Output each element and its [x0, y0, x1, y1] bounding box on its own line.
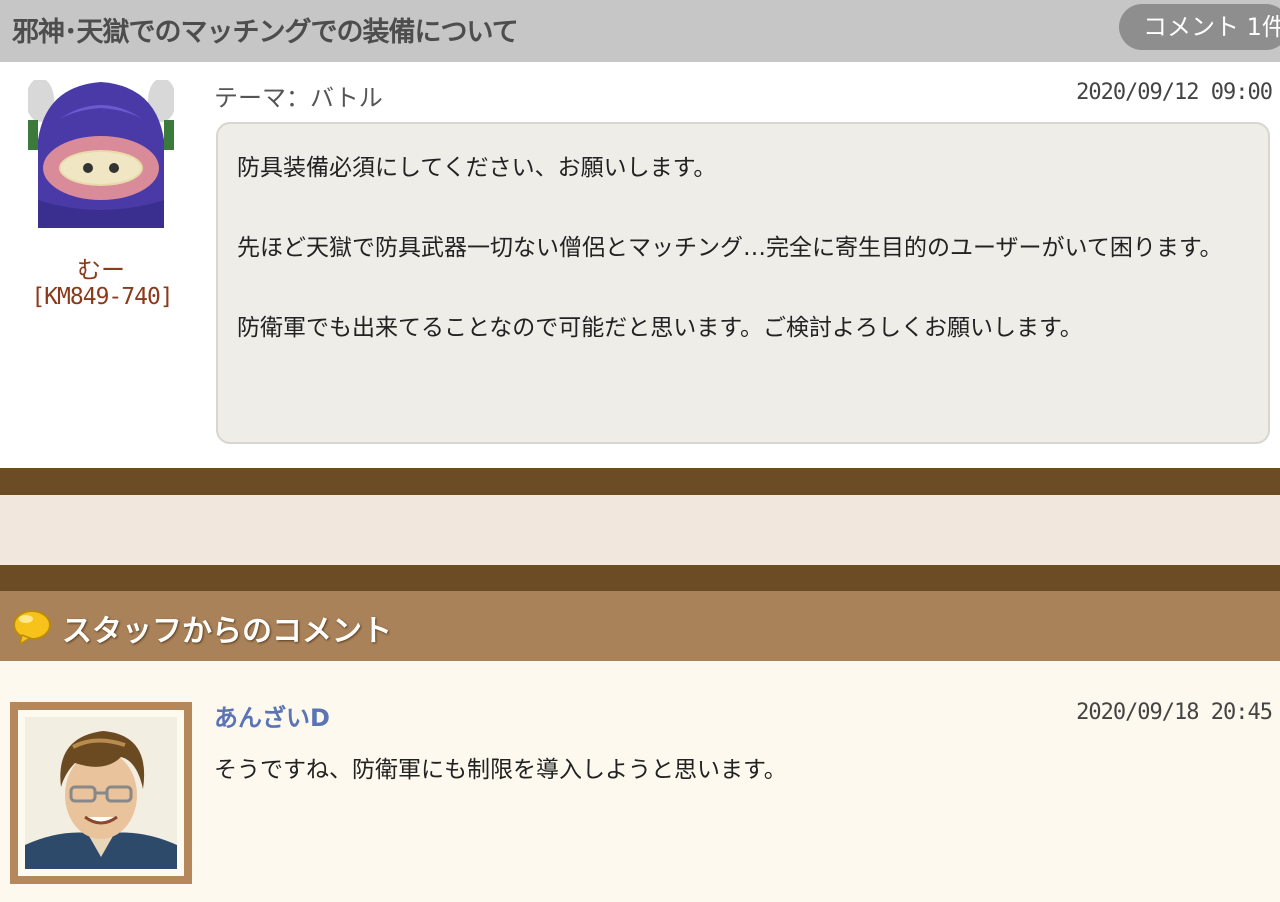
post-paragraph: 防具装備必須にしてください、お願いします。 — [237, 155, 717, 181]
comment-count-badge[interactable]: コメント 1件 — [1119, 4, 1280, 50]
post-body: 防具装備必須にしてください、お願いします。 先ほど天獄で防具武器一切ない僧侶とマ… — [216, 122, 1270, 444]
post-theme: テーマ：バトル — [214, 84, 383, 112]
staff-comment-date: 2020/09/18 20:45 — [1076, 700, 1273, 725]
spacer-band — [0, 495, 1280, 565]
divider-band — [0, 565, 1280, 591]
post-date: 2020/09/12 09:00 — [1076, 80, 1273, 105]
post-header: 邪神･天獄でのマッチングでの装備について コメント 1件 — [0, 0, 1280, 62]
staff-section-title: スタッフからのコメント — [62, 614, 392, 649]
staff-comment-text: そうですね、防衛軍にも制限を導入しようと思います。 — [214, 757, 787, 783]
post-title: 邪神･天獄でのマッチングでの装備について — [12, 17, 519, 48]
author-name[interactable]: むー — [28, 250, 174, 285]
author-id: [KM849-740] — [31, 284, 173, 310]
post-paragraph: 防衛軍でも出来てることなので可能だと思います。ご検討よろしくお願いします。 — [237, 315, 1083, 341]
post-paragraph: 先ほど天獄で防具武器一切ない僧侶とマッチング…完全に寄生目的のユーザーがいて困り… — [237, 235, 1223, 261]
divider-band — [0, 468, 1280, 495]
staff-section-header: スタッフからのコメント — [0, 591, 1280, 661]
staff-avatar — [10, 702, 192, 884]
speech-bubble-icon — [12, 609, 52, 646]
staff-name: あんざいD — [214, 704, 330, 732]
user-avatar[interactable] — [28, 80, 174, 228]
